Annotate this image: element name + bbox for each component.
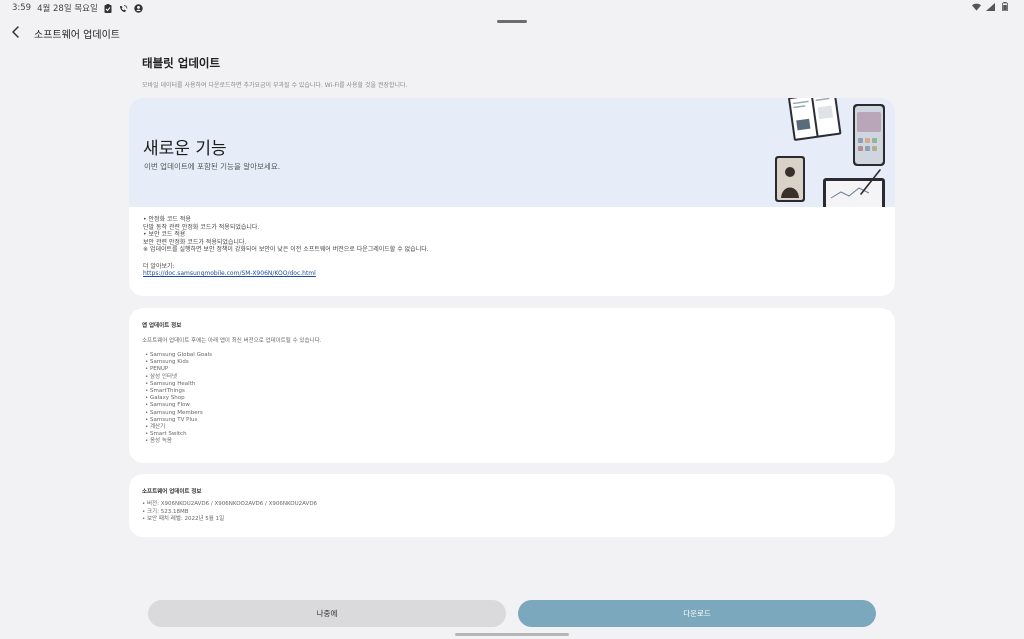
release-notes: • 안정화 코드 적용 단말 동작 관련 안정화 코드가 적용되었습니다. • … [143, 216, 429, 278]
list-item: • Samsung Flow [145, 402, 190, 409]
account-icon [134, 3, 143, 13]
list-item: • Samsung Members [145, 409, 203, 416]
navigation-handle[interactable] [455, 633, 569, 636]
app-update-list: • Samsung Global Goals • Samsung Kids • … [145, 352, 212, 446]
learn-more-label: 더 알아보기: [143, 262, 175, 270]
list-item: • Samsung Kids [145, 359, 189, 366]
app-update-description: 소프트웨어 업데이트 후에는 아래 앱이 최신 버전으로 업데이트될 수 있습니… [142, 338, 322, 344]
download-button[interactable]: 다운로드 [518, 600, 876, 627]
whats-new-subtitle: 이번 업데이트에 포함된 기능을 알아보세요. [144, 162, 281, 171]
app-bar-title: 소프트웨어 업데이트 [34, 30, 120, 41]
list-item: • 음성 녹음 [145, 438, 172, 445]
software-info-card: 소프트웨어 업데이트 정보 • 버전: X906NKOU2AVD6 / X906… [129, 474, 895, 537]
app-bar: 소프트웨어 업데이트 [0, 22, 1024, 42]
software-info-heading: 소프트웨어 업데이트 정보 [142, 489, 202, 495]
status-time: 3:59 [12, 3, 32, 13]
software-version: • 버전: X906NKOU2AVD6 / X906NKOO2AVD6 / X9… [142, 501, 318, 507]
status-bar: 3:59 4월 28일 목요일 [0, 0, 1024, 14]
release-note-line: ※ 업데이트를 실행하면 보안 정책이 강화되어 보안이 낮은 이전 소프트웨어… [143, 246, 429, 253]
wifi-calling-icon [119, 4, 128, 13]
release-note-line: • 보안 코드 적용 [143, 231, 186, 238]
signal-icon [986, 2, 995, 11]
software-size: • 크기: 523.18MB [142, 508, 189, 515]
back-button[interactable] [8, 24, 24, 40]
software-info-list: • 버전: X906NKOU2AVD6 / X906NKOO2AVD6 / X9… [142, 501, 317, 524]
list-item: • Samsung Health [145, 380, 196, 387]
status-date: 4월 28일 목요일 [37, 4, 98, 14]
security-patch-level: • 보안 패치 레벨: 2022년 5월 1일 [142, 516, 225, 522]
list-item: • 계산기 [145, 424, 166, 431]
app-update-heading: 앱 업데이트 정보 [142, 323, 182, 329]
list-item: • 삼성 인터넷 [145, 373, 178, 380]
wifi-icon [972, 2, 981, 11]
list-item: • Galaxy Shop [145, 395, 185, 402]
release-note-line: • 안정화 코드 적용 [143, 216, 191, 223]
list-item: • PENUP [145, 366, 169, 373]
whats-new-card: 새로운 기능 이번 업데이트에 포함된 기능을 알아보세요. • 안정화 코드 … [129, 98, 895, 296]
clipboard-icon [104, 3, 113, 13]
chevron-left-icon [12, 26, 19, 38]
list-item: • Samsung TV Plus [145, 416, 198, 423]
list-item: • Samsung Global Goals [145, 352, 212, 358]
app-update-info-card: 앱 업데이트 정보 소프트웨어 업데이트 후에는 아래 앱이 최신 버전으로 업… [129, 308, 895, 463]
data-usage-note: 모바일 데이터를 사용하여 다운로드하면 추가요금이 부과될 수 있습니다. W… [142, 82, 408, 89]
tablet-illustration [775, 98, 885, 207]
release-note-line: 보안 관련 안정화 코드가 적용되었습니다. [143, 238, 247, 246]
learn-more-link[interactable]: https://doc.samsungmobile.com/SM-X906N/K… [143, 270, 429, 278]
later-button[interactable]: 나중에 [148, 600, 506, 627]
page-title: 태블릿 업데이트 [142, 56, 221, 70]
whats-new-banner: 새로운 기능 이번 업데이트에 포함된 기능을 알아보세요. [129, 98, 895, 207]
release-note-line: 단말 동작 관련 안정화 코드가 적용되었습니다. [143, 223, 260, 231]
list-item: • SmartThings [145, 388, 185, 395]
battery-icon [1000, 2, 1009, 11]
whats-new-title: 새로운 기능 [143, 139, 227, 159]
